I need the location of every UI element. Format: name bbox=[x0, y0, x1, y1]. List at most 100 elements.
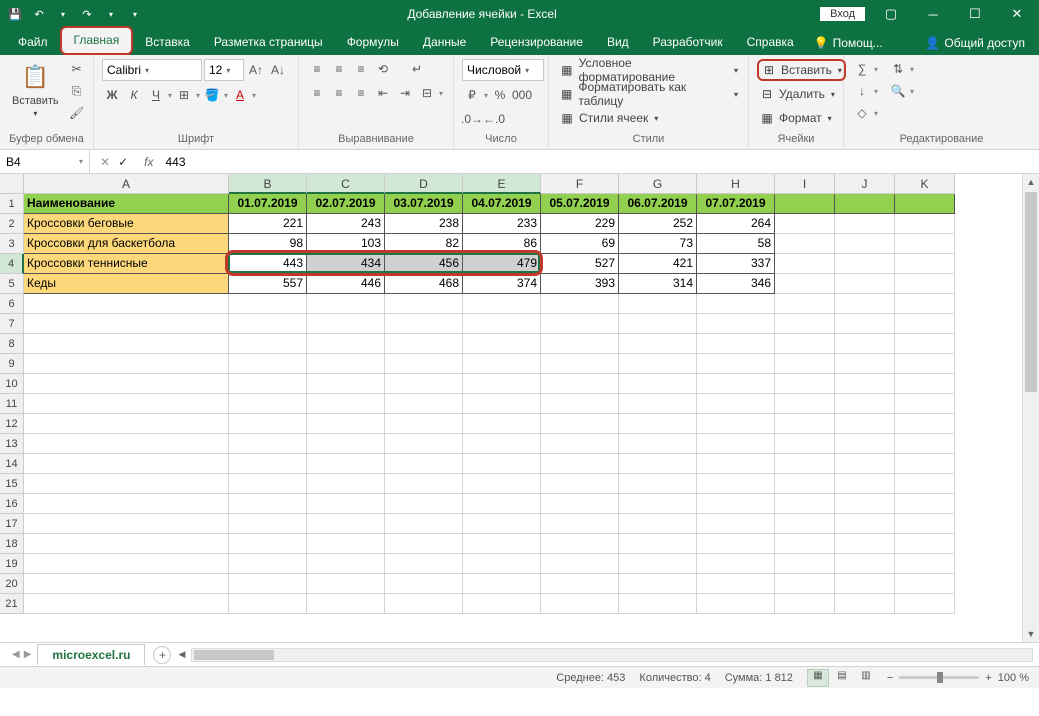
cell[interactable] bbox=[463, 434, 541, 454]
row-header[interactable]: 12 bbox=[0, 414, 24, 434]
copy-icon[interactable]: ⎘ bbox=[67, 81, 87, 101]
decrease-font-icon[interactable]: A↓ bbox=[268, 60, 288, 80]
cell[interactable] bbox=[835, 574, 895, 594]
percent-icon[interactable]: % bbox=[490, 85, 510, 105]
cell[interactable]: 233 bbox=[463, 214, 541, 234]
find-icon[interactable]: 🔍 bbox=[888, 81, 908, 101]
column-header[interactable]: K bbox=[895, 174, 955, 194]
cell[interactable] bbox=[619, 454, 697, 474]
cell[interactable] bbox=[229, 514, 307, 534]
cell[interactable] bbox=[541, 434, 619, 454]
cell[interactable] bbox=[229, 454, 307, 474]
cell[interactable] bbox=[307, 514, 385, 534]
cell[interactable] bbox=[835, 434, 895, 454]
cell[interactable] bbox=[835, 514, 895, 534]
cell[interactable] bbox=[307, 594, 385, 614]
cell[interactable] bbox=[619, 434, 697, 454]
cell[interactable]: 01.07.2019 bbox=[229, 194, 307, 214]
cancel-formula-icon[interactable]: ✕ bbox=[100, 155, 110, 169]
underline-icon[interactable]: Ч bbox=[146, 85, 166, 105]
cell[interactable] bbox=[895, 314, 955, 334]
cell[interactable] bbox=[775, 434, 835, 454]
cell[interactable] bbox=[541, 394, 619, 414]
cell[interactable] bbox=[385, 554, 463, 574]
cell[interactable] bbox=[835, 254, 895, 274]
cell[interactable] bbox=[385, 454, 463, 474]
cell[interactable] bbox=[697, 394, 775, 414]
cell[interactable] bbox=[835, 554, 895, 574]
tab-developer[interactable]: Разработчик bbox=[641, 30, 735, 55]
cell[interactable] bbox=[24, 474, 229, 494]
cell[interactable]: 393 bbox=[541, 274, 619, 294]
row-header[interactable]: 21 bbox=[0, 594, 24, 614]
cut-icon[interactable]: ✂ bbox=[67, 59, 87, 79]
cell[interactable]: 527 bbox=[541, 254, 619, 274]
cell[interactable] bbox=[229, 554, 307, 574]
cell[interactable]: Кроссовки для баскетбола bbox=[24, 234, 229, 254]
cell[interactable]: 103 bbox=[307, 234, 385, 254]
cell[interactable] bbox=[895, 234, 955, 254]
increase-indent-icon[interactable]: ⇥ bbox=[395, 83, 415, 103]
cell[interactable] bbox=[619, 494, 697, 514]
font-size-combo[interactable]: 12▾ bbox=[204, 59, 244, 81]
format-as-table-button[interactable]: ▦Форматировать как таблицу▾ bbox=[557, 83, 740, 105]
column-header[interactable]: F bbox=[541, 174, 619, 194]
row-header[interactable]: 19 bbox=[0, 554, 24, 574]
cell[interactable] bbox=[385, 294, 463, 314]
border-icon[interactable]: ⊞ bbox=[174, 85, 194, 105]
sheet-tab[interactable]: microexcel.ru bbox=[37, 644, 145, 665]
cell[interactable] bbox=[619, 334, 697, 354]
zoom-out-icon[interactable]: − bbox=[887, 672, 893, 684]
cell[interactable] bbox=[463, 414, 541, 434]
cell[interactable] bbox=[541, 574, 619, 594]
cell[interactable] bbox=[24, 394, 229, 414]
cell[interactable] bbox=[307, 294, 385, 314]
zoom-slider[interactable] bbox=[899, 676, 979, 679]
cell[interactable]: 252 bbox=[619, 214, 697, 234]
hscroll-thumb[interactable] bbox=[194, 650, 274, 660]
cell[interactable] bbox=[775, 354, 835, 374]
column-header[interactable]: C bbox=[307, 174, 385, 194]
tab-home[interactable]: Главная bbox=[60, 26, 134, 55]
cell[interactable] bbox=[619, 534, 697, 554]
cell[interactable] bbox=[24, 314, 229, 334]
fx-icon[interactable]: fx bbox=[138, 155, 159, 169]
format-painter-icon[interactable]: 🖌 bbox=[67, 103, 87, 123]
cell[interactable] bbox=[229, 414, 307, 434]
cell[interactable] bbox=[619, 514, 697, 534]
cell[interactable] bbox=[835, 474, 895, 494]
cell[interactable] bbox=[307, 314, 385, 334]
page-layout-view-icon[interactable]: ▤ bbox=[831, 669, 853, 687]
column-header[interactable]: J bbox=[835, 174, 895, 194]
align-top-icon[interactable]: ≡ bbox=[307, 59, 327, 79]
cell[interactable] bbox=[463, 474, 541, 494]
cell[interactable]: 374 bbox=[463, 274, 541, 294]
cell[interactable]: 04.07.2019 bbox=[463, 194, 541, 214]
insert-cells-button[interactable]: ⊞Вставить▾ bbox=[757, 59, 846, 81]
merge-icon[interactable]: ⊟ bbox=[417, 83, 437, 103]
cell[interactable] bbox=[385, 334, 463, 354]
cell[interactable] bbox=[463, 594, 541, 614]
cell[interactable] bbox=[307, 494, 385, 514]
cell[interactable] bbox=[775, 374, 835, 394]
cell[interactable] bbox=[229, 574, 307, 594]
cell[interactable] bbox=[895, 474, 955, 494]
tell-me-search[interactable]: 💡 Помощ... bbox=[806, 31, 891, 55]
cell[interactable] bbox=[463, 354, 541, 374]
cell[interactable] bbox=[619, 394, 697, 414]
cell[interactable] bbox=[307, 334, 385, 354]
cell[interactable] bbox=[835, 194, 895, 214]
cell[interactable] bbox=[775, 514, 835, 534]
login-button[interactable]: Вход bbox=[820, 7, 865, 21]
row-header[interactable]: 9 bbox=[0, 354, 24, 374]
cell[interactable]: 82 bbox=[385, 234, 463, 254]
delete-cells-button[interactable]: ⊟Удалить▾ bbox=[757, 83, 846, 105]
cell[interactable] bbox=[775, 394, 835, 414]
tab-insert[interactable]: Вставка bbox=[133, 30, 202, 55]
cell[interactable] bbox=[463, 554, 541, 574]
column-header[interactable]: A bbox=[24, 174, 229, 194]
cell[interactable] bbox=[541, 514, 619, 534]
cell[interactable] bbox=[835, 274, 895, 294]
orientation-icon[interactable]: ⟲ bbox=[373, 59, 393, 79]
cell[interactable] bbox=[835, 454, 895, 474]
